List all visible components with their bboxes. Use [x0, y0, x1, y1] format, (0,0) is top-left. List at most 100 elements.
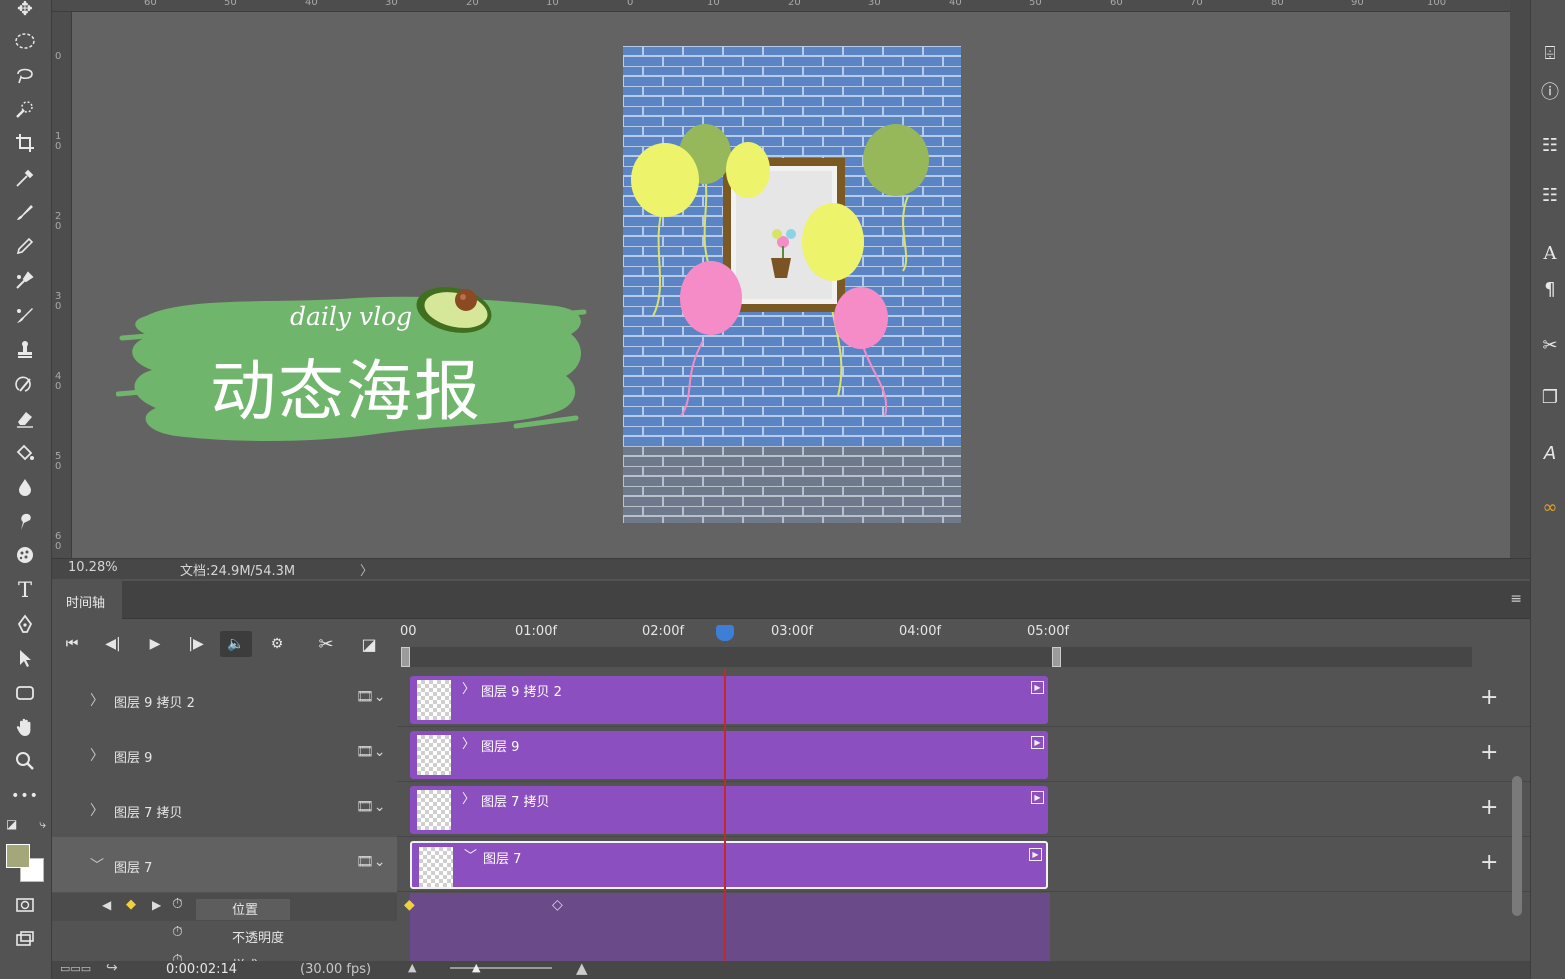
add-media-button[interactable]: +: [1480, 685, 1498, 710]
property-name-cell[interactable]: ⏱ 不透明度: [52, 921, 397, 949]
property-track[interactable]: [410, 949, 1050, 961]
go-to-first-frame-icon[interactable]: ⏮: [56, 631, 88, 657]
glyphs-icon[interactable]: A: [1537, 440, 1563, 466]
work-area-end-handle[interactable]: [1052, 647, 1061, 667]
tool-presets-icon[interactable]: ✂: [1537, 332, 1563, 358]
zoom-out-icon[interactable]: ▲: [408, 961, 416, 974]
rectangle-tool-icon[interactable]: [8, 678, 42, 708]
keyframe-diamond-icon[interactable]: ◇: [552, 897, 563, 913]
layer-clip-selected[interactable]: ﹀ 图层 7 ▶: [410, 841, 1048, 889]
property-name-cell[interactable]: ◀ ◆ ▶ ⏱ 位置: [52, 893, 397, 921]
sponge-tool-icon[interactable]: [8, 540, 42, 570]
quick-mask-icon[interactable]: [8, 890, 42, 920]
path-select-tool-icon[interactable]: [8, 643, 42, 673]
pen-tool-icon[interactable]: [8, 609, 42, 639]
add-keyframe-icon[interactable]: ◆: [126, 897, 136, 912]
layer-name-cell[interactable]: 〉 图层 9 🎞⌄: [52, 727, 397, 782]
stopwatch-icon[interactable]: ⏱: [172, 952, 183, 961]
layer-clip[interactable]: 〉 图层 7 拷贝 ▶: [410, 786, 1048, 834]
tab-timeline[interactable]: 时间轴: [52, 581, 122, 619]
expand-chevron-icon[interactable]: 〉: [90, 800, 104, 820]
crop-tool-icon[interactable]: [8, 128, 42, 158]
film-strip-icon[interactable]: 🎞⌄: [356, 854, 386, 870]
timeline-scrollbar-thumb[interactable]: [1512, 776, 1522, 916]
expand-chevron-icon[interactable]: 〉: [90, 745, 104, 765]
default-colors-icon[interactable]: ◪: [6, 817, 17, 831]
zoom-level[interactable]: 10.28%: [68, 560, 118, 575]
eyedropper-tool-icon[interactable]: [8, 163, 42, 193]
clip-end-icon[interactable]: ▶: [1029, 848, 1042, 861]
type-tool-icon[interactable]: T: [8, 575, 42, 605]
clip-expand-chevron-icon[interactable]: 〉: [462, 733, 475, 752]
layer-name-cell[interactable]: 〉 图层 9 拷贝 2 🎞⌄: [52, 672, 397, 727]
quick-select-tool-icon[interactable]: [8, 94, 42, 124]
blur-tool-icon[interactable]: [8, 472, 42, 502]
work-area-start-handle[interactable]: [401, 647, 410, 667]
clip-end-icon[interactable]: ▶: [1031, 681, 1044, 694]
work-area-bar[interactable]: [401, 647, 1472, 667]
history-brush-tool-icon[interactable]: [8, 369, 42, 399]
paragraph-icon[interactable]: ¶: [1537, 276, 1563, 302]
stopwatch-icon[interactable]: ⏱: [172, 896, 183, 912]
plugin-icon[interactable]: ∞: [1537, 494, 1563, 520]
keyframe-diamond-icon[interactable]: ◆: [404, 897, 415, 913]
clip-expand-chevron-icon[interactable]: 〉: [462, 678, 475, 697]
move-tool-icon[interactable]: ✥: [8, 0, 42, 24]
film-strip-icon[interactable]: 🎞⌄: [356, 689, 386, 705]
layer-clip[interactable]: 〉 图层 9 拷贝 2 ▶: [410, 676, 1048, 724]
playhead-marker[interactable]: [716, 625, 734, 641]
screen-mode-icon[interactable]: [8, 924, 42, 954]
brush-tool-icon[interactable]: [8, 197, 42, 227]
layer-name-cell[interactable]: 〉 图层 7 拷贝 🎞⌄: [52, 782, 397, 837]
canvas-vertical-scrollbar[interactable]: [1510, 0, 1530, 558]
pencil-tool-icon[interactable]: [8, 231, 42, 261]
clip-collapse-chevron-icon[interactable]: ﹀: [464, 845, 477, 864]
property-name-cell[interactable]: ⏱ 样式: [52, 949, 397, 961]
character-icon[interactable]: A: [1537, 240, 1563, 266]
status-menu-arrow-icon[interactable]: 〉: [360, 560, 373, 579]
smudge-tool-icon[interactable]: [8, 506, 42, 536]
settings-gear-icon[interactable]: ⚙: [261, 631, 293, 657]
previous-frame-icon[interactable]: ◀|: [97, 631, 129, 657]
swap-arrow-icon[interactable]: ⤷: [39, 817, 46, 832]
play-icon[interactable]: ▶: [139, 631, 171, 657]
add-media-button[interactable]: +: [1480, 850, 1498, 875]
hand-tool-icon[interactable]: [8, 712, 42, 742]
zoom-slider-handle[interactable]: ▲: [472, 961, 480, 974]
prev-keyframe-icon[interactable]: ◀: [102, 898, 111, 912]
expand-chevron-icon[interactable]: 〉: [90, 690, 104, 710]
stopwatch-icon[interactable]: ⏱: [172, 924, 183, 940]
panel-menu-icon[interactable]: ≡: [1510, 591, 1522, 607]
collapse-chevron-icon[interactable]: ﹀: [90, 855, 104, 875]
eraser-tool-icon[interactable]: [8, 403, 42, 433]
healing-brush-tool-icon[interactable]: [8, 300, 42, 330]
next-frame-icon[interactable]: |▶: [180, 631, 212, 657]
property-track[interactable]: ◆ ◇: [404, 893, 1050, 921]
time-ruler[interactable]: 00 01:00f 02:00f 03:00f 04:00f 05:00f: [397, 619, 1472, 669]
layer-name-cell[interactable]: ﹀ 图层 7 🎞⌄: [52, 837, 397, 892]
next-keyframe-icon[interactable]: ▶: [152, 898, 161, 912]
film-strip-icon[interactable]: 🎞⌄: [356, 744, 386, 760]
clip-end-icon[interactable]: ▶: [1031, 791, 1044, 804]
layer-comps-icon[interactable]: ❐: [1537, 384, 1563, 410]
swap-colors-icon[interactable]: ◪ ⤷: [2, 814, 50, 834]
frame-mode-icon[interactable]: ▭▭▭: [60, 962, 91, 975]
playhead-line[interactable]: [724, 669, 726, 961]
film-strip-icon[interactable]: 🎞⌄: [356, 799, 386, 815]
convert-icon[interactable]: ↪: [106, 960, 118, 976]
add-media-button[interactable]: +: [1480, 795, 1498, 820]
clip-expand-chevron-icon[interactable]: 〉: [462, 788, 475, 807]
foreground-color-swatch[interactable]: [6, 844, 30, 868]
zoom-slider[interactable]: [450, 967, 552, 969]
audio-toggle-icon[interactable]: 🔈: [220, 631, 252, 657]
marquee-tool-icon[interactable]: [8, 26, 42, 56]
property-track[interactable]: [410, 921, 1050, 949]
clip-end-icon[interactable]: ▶: [1031, 736, 1044, 749]
clone-source-icon[interactable]: ☷: [1537, 182, 1563, 208]
transition-icon[interactable]: ◪: [353, 631, 385, 657]
brush-settings-icon[interactable]: ☷: [1537, 132, 1563, 158]
zoom-tool-icon[interactable]: [8, 746, 42, 776]
lasso-tool-icon[interactable]: [8, 60, 42, 90]
split-scissors-icon[interactable]: ✂: [310, 631, 342, 657]
libraries-icon[interactable]: ⌹: [1537, 40, 1563, 66]
